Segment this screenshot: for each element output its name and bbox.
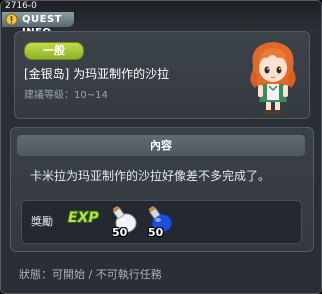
reward-item-white-potion[interactable]: 50 — [109, 205, 139, 241]
quest-info-icon — [5, 13, 18, 26]
quest-id: 2716-0 — [5, 1, 37, 11]
quest-content-panel: 內容 卡米拉为玛亚制作的沙拉好像差不多完成了。 獎勵 EXP 50 50 — [10, 127, 314, 252]
quest-status: 狀態：可開始 / 不可執行任務 — [19, 268, 162, 281]
reward-box: 獎勵 EXP 50 50 — [21, 200, 302, 244]
title-bar[interactable]: QUEST INFO — [2, 12, 74, 38]
npc-portrait — [250, 42, 296, 114]
quest-description: 卡米拉为玛亚制作的沙拉好像差不多完成了。 — [30, 169, 271, 183]
reward-label: 獎勵 — [31, 215, 53, 228]
exp-icon: EXP — [68, 210, 99, 226]
category-badge: 一般 — [24, 42, 84, 60]
item-count: 50 — [148, 226, 164, 239]
quest-name: [金银岛] 为玛亚制作的沙拉 — [24, 67, 170, 81]
quest-info-window: 2716-0 QUEST INFO 一般 [金银岛] 为玛亚制作的沙拉 建議等級… — [0, 0, 322, 294]
content-header: 內容 — [17, 135, 305, 156]
quest-summary-panel: 一般 [金银岛] 为玛亚制作的沙拉 建議等級：10~14 — [14, 31, 310, 119]
recommended-level: 建議等級：10~14 — [24, 90, 108, 101]
reward-item-blue-potion[interactable]: 50 — [145, 205, 175, 241]
item-count: 50 — [112, 226, 128, 239]
